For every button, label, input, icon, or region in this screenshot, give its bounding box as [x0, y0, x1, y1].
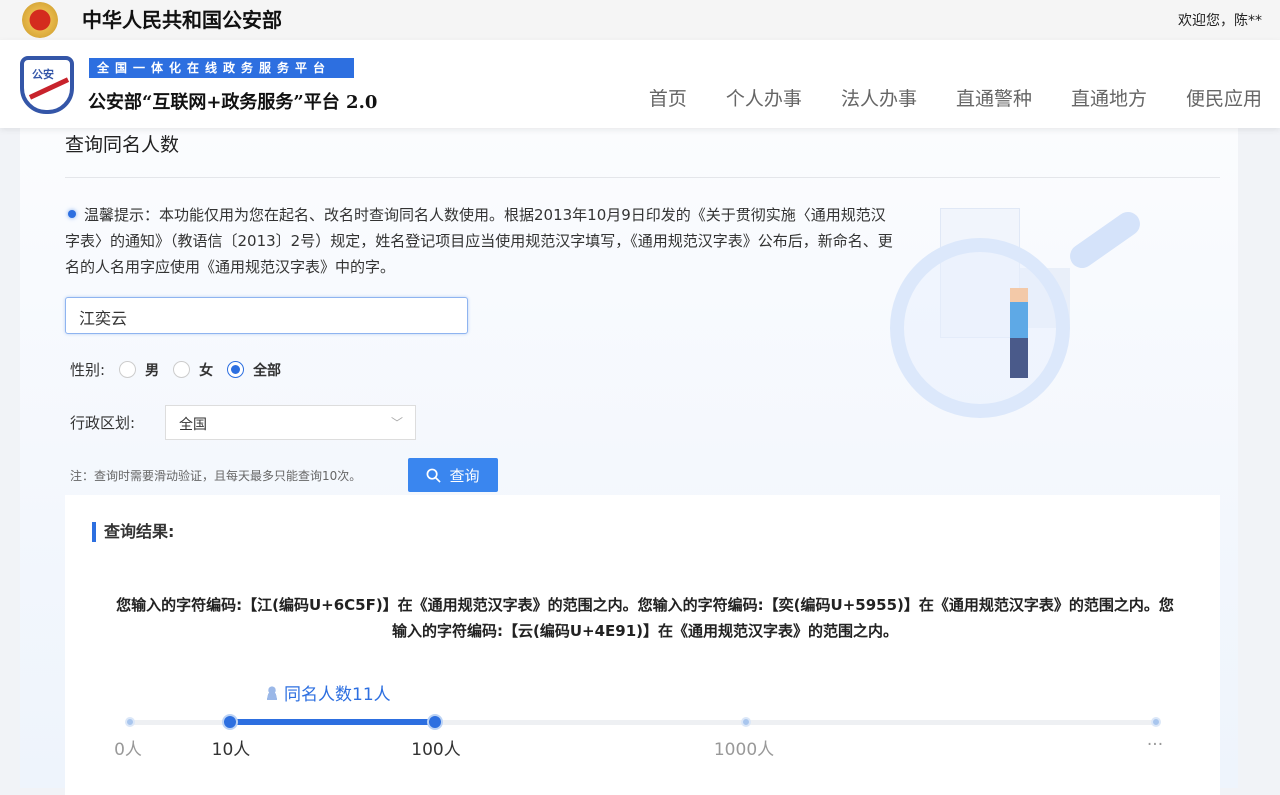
results-text: 您输入的字符编码:【江(编码U+6C5F)】在《通用规范汉字表》的范围之内。您输…	[116, 596, 1174, 640]
gender-male-radio[interactable]: 男	[119, 360, 159, 380]
gender-female-radio[interactable]: 女	[173, 360, 213, 380]
query-note: 注：查询时需要滑动验证，且每天最多只能查询10次。	[70, 469, 362, 483]
tip-body: 温馨提示：本功能仅用为您在起名、改名时查询同名人数使用。根据2013年10月9日…	[65, 206, 893, 276]
region-label: 行政区划:	[70, 414, 136, 432]
header: 公安 全国一体化在线政务服务平台 公安部“互联网+政务服务”平台 2.0 首页 …	[0, 40, 1280, 128]
scale-dot	[125, 717, 135, 727]
scale-dot-active	[222, 714, 238, 730]
police-emblem-icon	[22, 2, 58, 38]
scale-dot	[741, 717, 751, 727]
banner-label: 全国一体化在线政务服务平台	[89, 58, 354, 78]
nav-police-types[interactable]: 直通警种	[956, 84, 1032, 111]
logo-text: 公安	[32, 68, 54, 81]
results-panel: 查询结果: 您输入的字符编码:【江(编码U+6C5F)】在《通用规范汉字表》的范…	[65, 495, 1220, 795]
user-welcome[interactable]: 欢迎您，陈**	[1178, 10, 1262, 30]
radio-label: 男	[145, 362, 160, 379]
lightbulb-icon	[68, 210, 76, 218]
divider	[65, 177, 1220, 178]
scale-label: 0人	[114, 740, 142, 760]
region-value: 全国	[179, 417, 207, 433]
platform-logo-icon[interactable]: 公安	[20, 56, 74, 114]
nav-home[interactable]: 首页	[649, 84, 687, 111]
nav-legal-entity[interactable]: 法人办事	[841, 84, 917, 111]
radio-label: 全部	[253, 362, 282, 379]
radio-icon[interactable]	[119, 361, 137, 378]
region-select[interactable]: 全国 ﹀	[165, 405, 416, 440]
results-title: 查询结果:	[92, 522, 174, 542]
scale-label: 10人	[211, 740, 251, 760]
query-button-label: 查询	[449, 467, 480, 485]
user-icon	[265, 685, 279, 700]
scale-label: 1000人	[713, 740, 775, 760]
scale-dot	[1151, 717, 1161, 727]
scale-dot-active	[427, 714, 443, 730]
gender-label: 性别:	[70, 361, 106, 379]
person-illustration	[1010, 288, 1028, 378]
same-name-count: 同名人数11人	[265, 680, 391, 705]
count-label: 同名人数11人	[284, 685, 391, 705]
chevron-down-icon: ﹀	[390, 416, 403, 430]
scale-range-fill	[230, 719, 435, 725]
top-bar: 中华人民共和国公安部 欢迎您，陈**	[0, 0, 1280, 40]
main-nav: 首页 个人办事 法人办事 直通警种 直通地方 便民应用	[649, 84, 1262, 111]
radio-checked-icon[interactable]	[227, 361, 245, 378]
platform-title: 公安部“互联网+政务服务”平台 2.0	[88, 92, 378, 113]
gender-group: 性别: 男 女 全部	[70, 359, 281, 380]
gender-all-radio[interactable]: 全部	[227, 360, 281, 380]
magnifier-illustration	[870, 198, 1150, 428]
search-icon	[427, 468, 442, 483]
handle-illustration	[1065, 207, 1145, 273]
nav-personal[interactable]: 个人办事	[726, 84, 802, 111]
name-input[interactable]: 江奕云	[65, 297, 468, 334]
scale-label: ···	[1146, 735, 1164, 755]
radio-icon[interactable]	[173, 361, 191, 378]
nav-convenience[interactable]: 便民应用	[1186, 84, 1262, 111]
scale-label: 100人	[411, 740, 461, 760]
query-button[interactable]: 查询	[408, 458, 498, 492]
tip-text: 温馨提示：本功能仅用为您在起名、改名时查询同名人数使用。根据2013年10月9日…	[65, 202, 895, 280]
site-name: 中华人民共和国公安部	[82, 8, 282, 32]
radio-label: 女	[199, 362, 214, 379]
page-title: 查询同名人数	[65, 134, 180, 156]
nav-local[interactable]: 直通地方	[1071, 84, 1147, 111]
lens-illustration	[890, 238, 1070, 418]
content-card: 查询同名人数 温馨提示：本功能仅用为您在起名、改名时查询同名人数使用。根据201…	[20, 128, 1238, 795]
